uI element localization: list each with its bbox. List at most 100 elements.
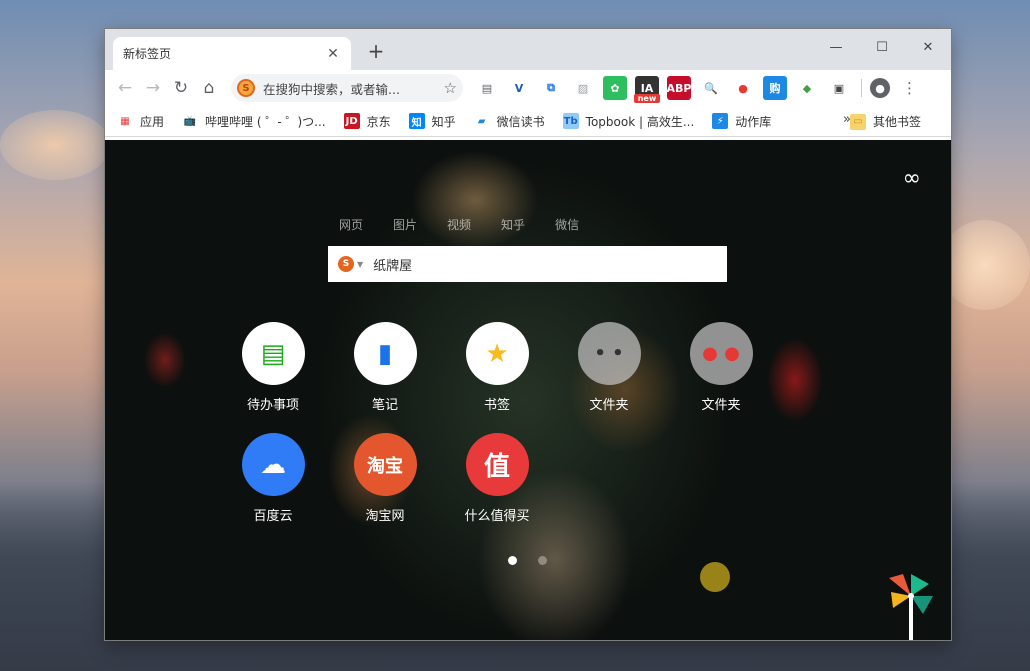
app-taobao[interactable]: 淘宝 淘宝网 [335,433,435,524]
shopping-icon[interactable]: 购 [763,76,787,100]
app-baidu-cloud[interactable]: ☁ 百度云 [223,433,323,524]
baidu-cloud-icon: ☁ [241,433,305,496]
app-label: 文件夹 [589,398,629,413]
cursor-highlight [700,562,730,592]
app-label: 什么值得买 [464,509,530,524]
sogou-icon[interactable]: S [338,256,354,272]
search-tab-2[interactable]: 视频 [447,216,471,233]
zhihu-icon: 知 [408,113,425,129]
pinwheel-icon[interactable] [889,574,933,640]
reload-button[interactable]: ↻ [167,74,195,102]
topbook-icon: Tb [562,113,579,129]
star-icon[interactable]: ☆ [444,79,457,97]
vue-devtools-icon[interactable]: V [507,76,531,100]
minimize-button[interactable]: — [813,34,859,62]
taobao-icon: 淘宝 [353,433,417,496]
new-tab-button[interactable]: + [365,41,387,63]
image-icon[interactable]: ▨ [571,76,595,100]
profile-icon[interactable]: ● [870,78,890,98]
close-window-button[interactable]: ✕ [905,34,951,62]
wallpaper-cloud [0,110,110,180]
tampermonkey-icon[interactable]: ▣ [827,76,851,100]
app-label: 待办事项 [246,398,299,413]
search-tab-4[interactable]: 微信 [555,216,579,233]
colorful-icon[interactable]: ◆ [795,76,819,100]
folder-icon: ▭ [849,113,866,130]
title-bar: 新标签页 ✕ + — ☐ ✕ [105,29,951,70]
address-placeholder: 在搜狗中搜索，或者输... [263,81,400,97]
folder-1-icon: • • [577,322,641,385]
notes-icon: ▮ [353,322,417,385]
bookmark-label: 其他书签 [872,115,921,129]
search-tab-0[interactable]: 网页 [339,216,363,233]
app-bookmarks[interactable]: ★ 书签 [447,322,547,413]
bookmark-jd[interactable]: JD 京东 [343,113,391,130]
tab-new-tab[interactable]: 新标签页 ✕ [113,37,351,70]
app-notes[interactable]: ▮ 笔记 [335,322,435,413]
search-input[interactable] [373,256,717,272]
todo-icon: ▤ [241,322,305,385]
wallpaper-cloud [940,220,1030,310]
app-folder-2[interactable]: ● ● 文件夹 [671,322,771,413]
bookmark-weread[interactable]: ▰ 微信读书 [474,113,545,130]
app-todo[interactable]: ▤ 待办事项 [223,322,323,413]
bilibili-icon: 📺 [183,115,197,127]
bookmarks-bar: ▦ 应用 📺 哔哩哔哩 ( ゜- ゜)つ... JD 京东 知知乎 ▰ 微信读书 Tb Topboo… [105,106,951,137]
bookmark-label: 知乎 [431,114,456,129]
app-label: 笔记 [371,398,398,413]
app-label: 书签 [483,398,510,413]
close-icon[interactable]: ✕ [325,46,341,62]
address-bar[interactable]: S 在搜狗中搜索，或者输... ☆ [231,74,463,102]
apps-icon: ▦ [120,115,130,127]
action-lib-icon: ⚡ [712,113,729,129]
new-tab-page: ∞ 网页 图片 视频 知乎 微信 S ▼ ▤ 待办事项 ▮ 笔记 ★ 书签 • • 文件夹 ● ● 文件夹… [105,140,951,640]
extensions-bar: ▤ V ⧉ ▨ ✿ IA new ABP 🔍 ● 购 ◆ ▣ [475,76,859,103]
tomato-icon[interactable]: ● [731,76,755,100]
reader-icon[interactable]: ▤ [475,76,499,100]
maximize-button[interactable]: ☐ [859,34,905,62]
bookmarks-icon: ★ [465,322,529,385]
bookmark-topbook[interactable]: Tb Topbook | 高效生... [562,113,695,130]
page-indicator [508,556,568,565]
menu-icon[interactable]: ⋮ [902,79,917,97]
chevron-down-icon[interactable]: ▼ [357,260,363,269]
search-type-tabs: 网页 图片 视频 知乎 微信 [339,216,609,233]
sogou-icon: S [237,79,255,97]
folder-2-icon: ● ● [689,322,753,385]
bookmark-label: Topbook | 高效生... [585,114,695,129]
bookmark-bilibili[interactable]: 📺 哔哩哔哩 ( ゜- ゜)つ... [182,113,326,130]
ia-new-icon[interactable]: IA new [634,76,660,103]
tab-title: 新标签页 [123,47,172,61]
browser-window: 新标签页 ✕ + — ☐ ✕ ← → ↻ ⌂ S 在搜狗中搜索，或者输... ☆… [105,29,951,640]
bookmark-other[interactable]: ▭ 其他书签 [849,106,921,137]
home-button[interactable]: ⌂ [195,74,223,102]
search-tab-3[interactable]: 知乎 [501,216,525,233]
bookmark-action-lib[interactable]: ⚡ 动作库 [712,113,771,130]
magnifier-icon[interactable]: 🔍 [699,76,723,100]
page-dot[interactable] [538,556,547,565]
new-badge: new [634,94,660,103]
bookmark-label: 哔哩哔哩 ( ゜- ゜)つ... [205,114,326,129]
bookmark-label: 微信读书 [496,114,545,129]
jd-icon: JD [343,113,360,129]
page-dot[interactable] [508,556,517,565]
app-label: 百度云 [253,509,293,524]
bookmark-label: 动作库 [735,114,772,129]
evernote-icon[interactable]: ✿ [603,76,627,100]
forward-button[interactable]: → [139,74,167,102]
bookmark-label: 应用 [140,114,165,129]
app-smzdm[interactable]: 值什么值得买 [447,433,547,524]
adblock-plus-icon[interactable]: ABP [667,76,691,100]
smzdm-icon: 值 [465,433,529,496]
app-folder-1[interactable]: • • 文件夹 [559,322,659,413]
search-tab-1[interactable]: 图片 [393,216,417,233]
app-label: 文件夹 [701,398,741,413]
screenshot-icon[interactable]: ⧉ [539,76,563,100]
weread-icon: ▰ [477,115,486,127]
infinity-icon[interactable]: ∞ [903,166,921,191]
bookmark-label: 京东 [366,114,391,129]
bookmark-zhihu[interactable]: 知知乎 [408,113,456,130]
app-label: 淘宝网 [365,509,405,524]
back-button[interactable]: ← [111,74,139,102]
bookmark-apps[interactable]: ▦ 应用 [117,113,164,130]
